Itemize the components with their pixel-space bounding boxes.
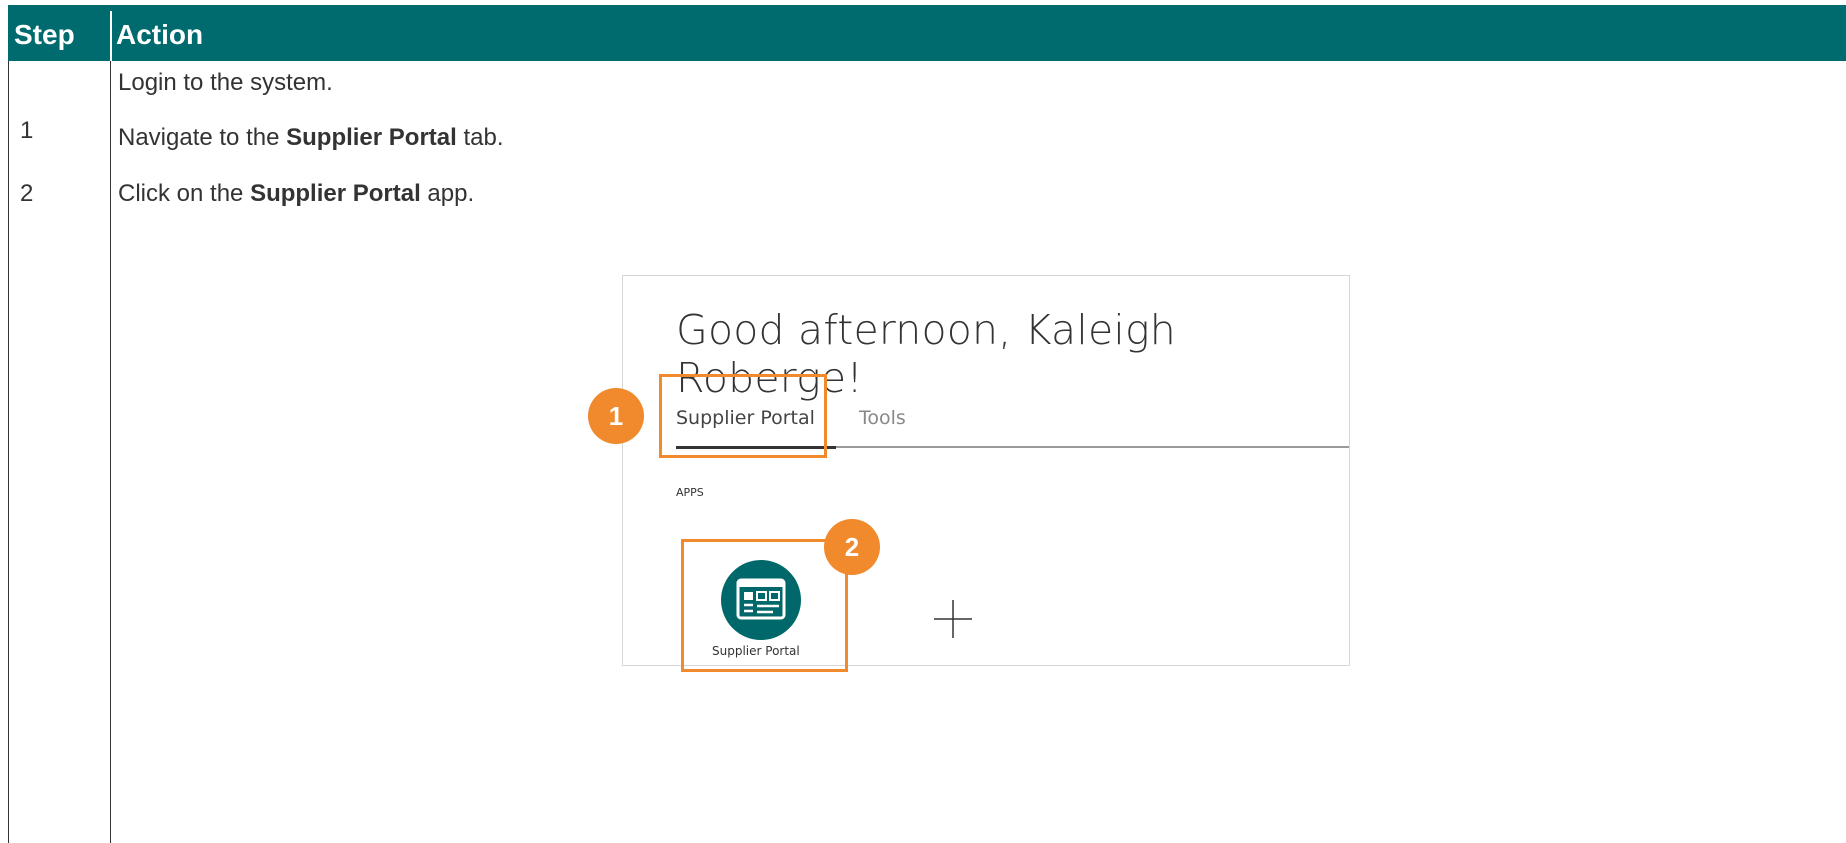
row-step-number: 2 [20, 180, 34, 207]
row-navigate-text: Navigate to the Supplier Portal tab. [118, 124, 504, 152]
callout-highlight-app [681, 539, 848, 672]
tab-baseline [836, 446, 1349, 448]
callout-badge-2: 2 [824, 519, 880, 575]
row-text-part: app. [420, 180, 475, 207]
table-left-border [8, 61, 9, 843]
row-text-part: Click on the [118, 180, 251, 207]
row-text-bold: Supplier Portal [286, 124, 457, 151]
row-text-part: Navigate to the [118, 124, 287, 151]
header-divider [110, 11, 112, 61]
callout-badge-1: 1 [588, 388, 644, 444]
row-text-part: tab. [456, 124, 504, 151]
step-column-header: Step [14, 19, 75, 50]
row-login-text: Login to the system. [118, 69, 333, 96]
apps-section-label: APPS [676, 486, 704, 499]
callout-highlight-tab [659, 374, 827, 458]
plus-icon[interactable] [932, 598, 974, 640]
row-text-bold: Supplier Portal [250, 180, 421, 207]
action-column-header: Action [116, 19, 204, 50]
table-column-divider [110, 61, 111, 843]
table-header: Step Action [8, 5, 1846, 61]
row-click-text: Click on the Supplier Portal app. [118, 180, 474, 208]
row-step-number: 1 [20, 117, 34, 144]
instruction-table: Step Action Login to the system. 1 Navig… [8, 5, 1846, 843]
tab-tools[interactable]: Tools [859, 407, 906, 429]
